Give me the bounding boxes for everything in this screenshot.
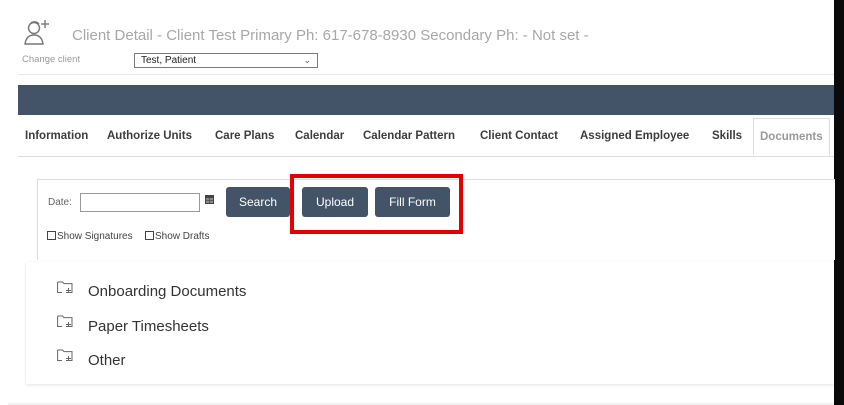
header-divider: [18, 74, 834, 75]
show-drafts-checkbox[interactable]: [145, 231, 154, 240]
window-edge: [834, 0, 844, 405]
tab-calendar-pattern[interactable]: Calendar Pattern: [363, 118, 455, 155]
folder-onboarding-documents[interactable]: Onboarding Documents: [88, 283, 246, 300]
tab-authorize-units[interactable]: Authorize Units: [107, 118, 192, 155]
show-drafts-label: Show Drafts: [155, 231, 210, 242]
nav-bar: [18, 85, 834, 115]
tab-bar: Information Authorize Units Care Plans C…: [18, 118, 834, 157]
folder-paper-timesheets[interactable]: Paper Timesheets: [88, 318, 209, 335]
page-title: Client Detail - Client Test Primary Ph: …: [72, 27, 589, 44]
show-signatures-label: Show Signatures: [57, 231, 133, 242]
client-select-value: Test, Patient: [141, 55, 197, 66]
tab-documents[interactable]: Documents: [753, 118, 830, 156]
tab-care-plans[interactable]: Care Plans: [215, 118, 274, 155]
tab-information[interactable]: Information: [25, 118, 88, 155]
tab-assigned-employee[interactable]: Assigned Employee: [580, 118, 689, 155]
tab-client-contact[interactable]: Client Contact: [480, 118, 558, 155]
tab-skills[interactable]: Skills: [712, 118, 742, 155]
calendar-icon[interactable]: [205, 195, 214, 204]
folder-other[interactable]: Other: [88, 352, 126, 369]
folder-add-icon[interactable]: [57, 315, 73, 328]
highlight-box: [290, 174, 463, 234]
client-select[interactable]: Test, Patient ⌄: [134, 53, 318, 68]
show-signatures-checkbox[interactable]: [47, 231, 56, 240]
search-button[interactable]: Search: [226, 187, 290, 217]
folder-add-icon[interactable]: [57, 349, 73, 362]
folder-add-icon[interactable]: [57, 281, 73, 294]
client-person-add-icon: [24, 20, 49, 45]
change-client-label: Change client: [22, 54, 81, 65]
tab-calendar[interactable]: Calendar: [295, 118, 344, 155]
date-label: Date:: [48, 197, 72, 208]
chevron-down-icon: ⌄: [303, 55, 311, 65]
date-input[interactable]: [80, 193, 200, 212]
